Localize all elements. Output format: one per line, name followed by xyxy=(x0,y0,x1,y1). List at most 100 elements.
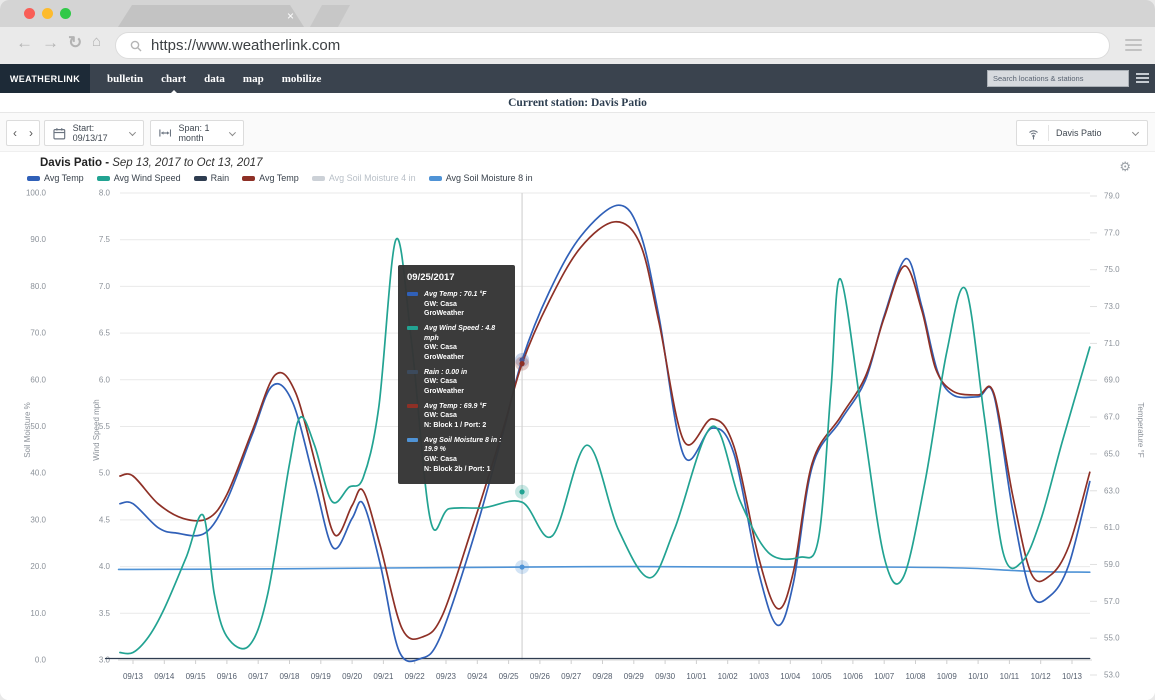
station-selector[interactable]: Davis Patio xyxy=(1016,120,1148,146)
nav-item-bulletin[interactable]: bulletin xyxy=(107,73,143,85)
temp-tick-label: 79.0 xyxy=(1104,192,1120,201)
tooltip-value: Rain : 0.00 in xyxy=(424,368,468,376)
x-tick-label: 10/07 xyxy=(874,672,895,681)
temp-tick-label: 67.0 xyxy=(1104,413,1120,422)
legend-label: Avg Wind Speed xyxy=(113,173,181,183)
chart-header: Davis Patio - Sep 13, 2017 to Oct 13, 20… xyxy=(0,152,1155,185)
marker-dot xyxy=(519,564,525,570)
legend-swatch xyxy=(27,175,40,181)
chart-legend: Avg Temp Avg Wind Speed Rain Avg Temp Avg So… xyxy=(27,173,546,183)
temp-tick-label: 77.0 xyxy=(1104,228,1120,237)
tooltip-gw: GW: Casa xyxy=(424,378,457,386)
legend-item[interactable]: Rain xyxy=(193,173,230,183)
search-icon xyxy=(130,40,142,51)
home-icon[interactable]: ⌂ xyxy=(92,33,101,50)
browser-tab-stub[interactable] xyxy=(310,5,350,27)
marker-dot xyxy=(519,361,525,367)
next-button[interactable]: › xyxy=(23,126,39,140)
wind-tick-label: 4.5 xyxy=(99,515,111,524)
traffic-light-minimize-icon[interactable] xyxy=(42,8,53,19)
forward-icon[interactable]: → xyxy=(42,33,59,53)
wind-axis-title: Wind Speed mph xyxy=(92,399,101,460)
temp-tick-label: 57.0 xyxy=(1104,597,1120,606)
legend-item[interactable]: Avg Temp xyxy=(27,173,84,183)
x-tick-label: 09/25 xyxy=(499,672,520,681)
antenna-icon xyxy=(1029,129,1038,139)
x-tick-label: 09/18 xyxy=(279,672,300,681)
gear-icon[interactable]: ⚙ xyxy=(1119,160,1131,173)
refresh-icon[interactable]: ↻ xyxy=(68,33,82,53)
wind-tick-label: 4.0 xyxy=(99,562,111,571)
x-tick-label: 09/13 xyxy=(123,672,144,681)
x-tick-label: 10/04 xyxy=(780,672,801,681)
tooltip-node: N: Block 1 / Port: 2 xyxy=(424,421,487,429)
browser-toolbar: ← → ↻ ⌂ https://www.weatherlink.com xyxy=(0,27,1155,64)
x-tick-label: 09/30 xyxy=(655,672,676,681)
divider xyxy=(1048,125,1049,141)
nav-menu: bulletin chart data map mobilize xyxy=(107,64,339,93)
x-tick-label: 09/22 xyxy=(405,672,426,681)
chart-title-station: Davis Patio - xyxy=(40,157,113,169)
nav-item-mobilize[interactable]: mobilize xyxy=(282,73,322,85)
tooltip-gw: GW: Casa xyxy=(424,412,457,420)
chevron-down-icon xyxy=(229,128,237,136)
nav-item-map[interactable]: map xyxy=(243,73,264,85)
tooltip-entry: Avg Temp : 70.1 °F GW: Casa GroWeather xyxy=(407,290,506,319)
calendar-icon xyxy=(53,127,66,139)
legend-label: Rain xyxy=(210,173,230,183)
chevron-down-icon xyxy=(129,128,137,136)
legend-item[interactable]: Avg Temp xyxy=(242,173,299,183)
start-date-picker[interactable]: Start: 09/13/17 xyxy=(44,120,144,146)
x-tick-label: 09/19 xyxy=(311,672,332,681)
legend-item[interactable]: Avg Wind Speed xyxy=(96,173,181,183)
x-tick-label: 10/01 xyxy=(686,672,707,681)
tooltip-node: GroWeather xyxy=(424,387,464,395)
temp-tick-label: 61.0 xyxy=(1104,523,1120,532)
legend-swatch xyxy=(311,175,325,181)
browser-menu-icon[interactable] xyxy=(1125,39,1142,54)
x-tick-label: 10/13 xyxy=(1062,672,1083,681)
plot-area[interactable] xyxy=(120,193,1090,660)
search-input[interactable] xyxy=(987,70,1129,87)
tooltip-value: Avg Temp : 70.1 °F xyxy=(424,291,487,298)
app-navbar: WEATHERLINK bulletin chart data map mobilize xyxy=(0,64,1155,93)
prev-button[interactable]: ‹ xyxy=(7,126,23,140)
soil-tick-label: 90.0 xyxy=(30,235,46,244)
browser-tab[interactable]: × xyxy=(118,5,304,27)
current-station-bar: Current station: Davis Patio xyxy=(0,93,1155,113)
marker-dot xyxy=(519,489,525,495)
soil-tick-label: 0.0 xyxy=(35,656,47,665)
traffic-light-zoom-icon[interactable] xyxy=(60,8,71,19)
x-tick-label: 10/12 xyxy=(1031,672,1052,681)
legend-item[interactable]: Avg Soil Moisture 8 in xyxy=(428,173,533,183)
span-picker[interactable]: Span: 1 month xyxy=(150,120,244,146)
temp-axis-title: Temperature °F xyxy=(1136,402,1145,457)
nav-item-chart[interactable]: chart xyxy=(161,73,186,85)
x-tick-label: 10/03 xyxy=(749,672,770,681)
nav-item-data[interactable]: data xyxy=(204,73,225,85)
tooltip-value: Avg Temp : 69.9 °F xyxy=(424,402,487,410)
legend-item[interactable]: Avg Soil Moisture 4 in xyxy=(311,173,416,183)
legend-swatch xyxy=(193,175,207,181)
back-icon[interactable]: ← xyxy=(16,33,33,53)
url-bar[interactable]: https://www.weatherlink.com xyxy=(115,32,1110,59)
tooltip-gw: GW: Casa xyxy=(424,455,457,463)
wind-tick-label: 5.0 xyxy=(99,469,111,478)
chevron-down-icon xyxy=(1131,128,1140,136)
wind-tick-label: 3.5 xyxy=(99,609,111,618)
date-pager: ‹ › xyxy=(6,120,40,146)
wind-tick-label: 8.0 xyxy=(99,189,111,198)
tooltip-date: 09/25/2017 xyxy=(407,272,455,283)
tooltip-entries: Avg Temp : 70.1 °F GW: Casa GroWeather Avg … xyxy=(407,290,506,474)
weatherlink-logo[interactable]: WEATHERLINK xyxy=(0,64,90,93)
station-list-icon[interactable] xyxy=(1136,73,1149,85)
start-date-label: Start: 09/13/17 xyxy=(72,123,108,143)
tab-close-icon[interactable]: × xyxy=(287,8,294,24)
temp-tick-label: 75.0 xyxy=(1104,265,1120,274)
tooltip-node: N: Block 2b / Port: 1 xyxy=(424,465,491,473)
traffic-light-close-icon[interactable] xyxy=(24,8,35,19)
legend-label: Avg Temp xyxy=(44,173,84,183)
chart-tooltip: 09/25/2017 Avg Temp : 70.1 °F GW: Casa Gro… xyxy=(398,265,515,485)
weather-chart[interactable]: 09/13 09/14 09/15 09/16 09/17 09/18 09/19 09/20… xyxy=(0,185,1155,700)
x-tick-label: 10/11 xyxy=(1000,672,1020,681)
